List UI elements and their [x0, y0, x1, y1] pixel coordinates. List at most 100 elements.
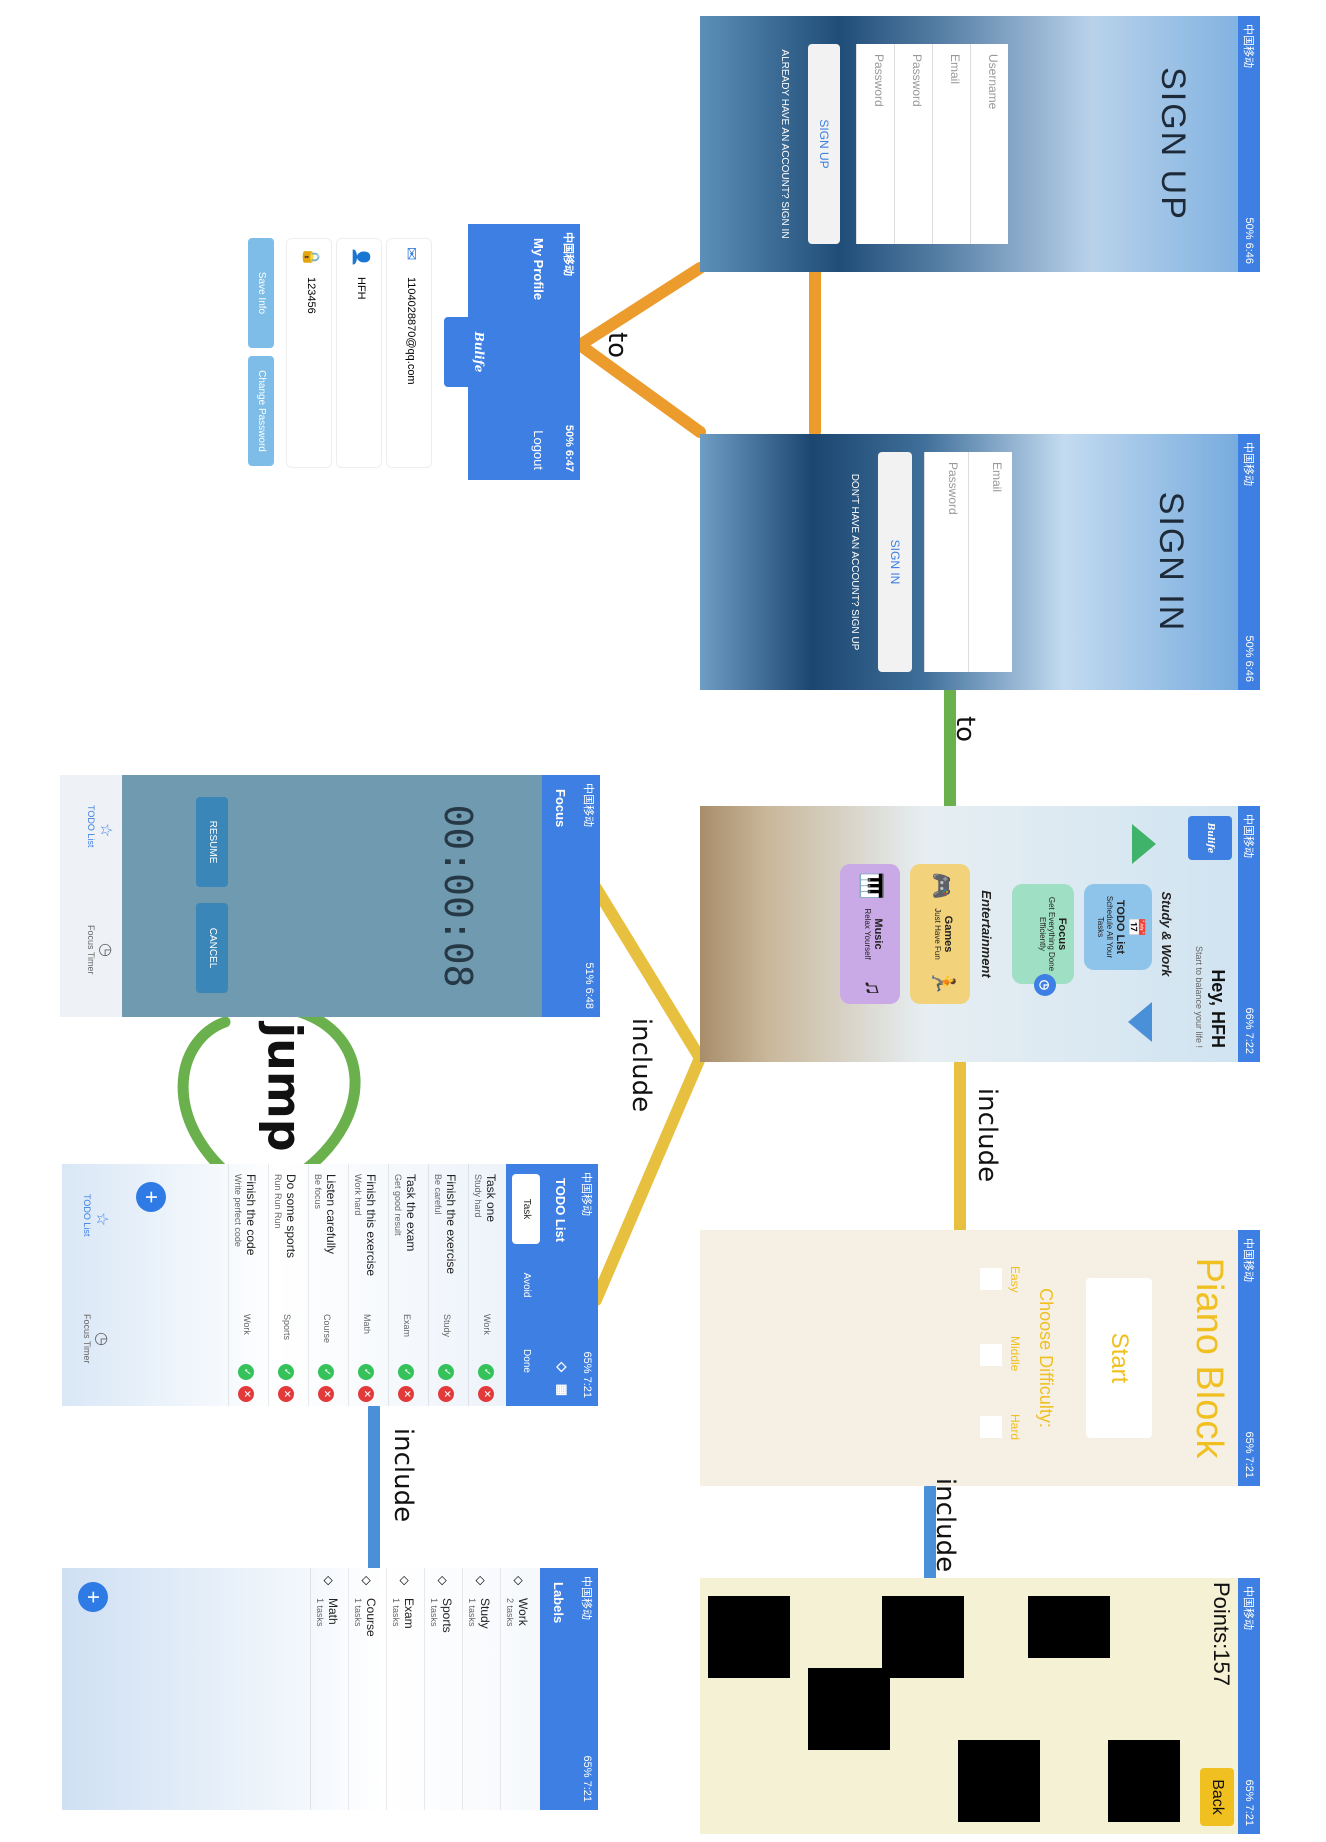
signup-link[interactable]: DON'T HAVE AN ACCOUNT? SIGN UP: [849, 444, 860, 680]
check-icon[interactable]: ✓: [478, 1364, 494, 1380]
signup-button[interactable]: SIGN UP: [808, 44, 840, 244]
check-icon[interactable]: ✓: [238, 1364, 254, 1380]
middle-checkbox[interactable]: [980, 1344, 1002, 1366]
section-entertainment: Entertainment: [979, 890, 994, 978]
task-row[interactable]: Finish the code Write perfect code Work ✓ ✕: [228, 1164, 262, 1406]
clock-icon: ◷: [1034, 974, 1056, 996]
piano-tile[interactable]: [1108, 1740, 1180, 1822]
hard-checkbox[interactable]: [980, 1416, 1002, 1438]
label-row[interactable]: ◇ Work 2 tasks: [500, 1568, 534, 1810]
focus-header: Focus: [542, 775, 578, 1017]
games-card[interactable]: 🎮 Games Just Have Fun 🏃: [910, 864, 970, 1004]
change-password-button[interactable]: Change Password: [248, 356, 274, 466]
close-icon[interactable]: ✕: [278, 1386, 294, 1402]
close-icon[interactable]: ✕: [318, 1386, 334, 1402]
task-row[interactable]: Finish this exercise Work hard Math ✓ ✕: [348, 1164, 382, 1406]
todo-card[interactable]: 📅 TODO List Schedule All Your Tasks: [1084, 884, 1152, 970]
profile-email: 1104028870@qq.com: [405, 277, 417, 385]
arrow-up-icon[interactable]: [1132, 824, 1156, 864]
piano-tile[interactable]: [1028, 1596, 1110, 1658]
profile-name-card: 👤 HFH: [336, 238, 382, 468]
resume-button[interactable]: RESUME: [196, 797, 228, 887]
profile-screen: 中国移动 50% 6:47 My Profile Logout Bulife ✉ …: [168, 224, 580, 480]
star-icon[interactable]: ☆: [96, 823, 116, 837]
label-row[interactable]: ◇ Math 1 tasks: [310, 1568, 344, 1810]
close-icon[interactable]: ✕: [398, 1386, 414, 1402]
nav-todo[interactable]: TODO List: [82, 1194, 92, 1236]
tag-icon: ◇: [436, 1576, 450, 1586]
grid-icon[interactable]: ▦: [554, 1384, 570, 1396]
label-row[interactable]: ◇ Exam 1 tasks: [386, 1568, 420, 1810]
clock-icon[interactable]: ◷: [96, 943, 116, 957]
close-icon[interactable]: ✕: [238, 1386, 254, 1402]
check-icon[interactable]: ✓: [358, 1364, 374, 1380]
clock-icon[interactable]: ◷: [92, 1332, 112, 1346]
tab-avoid[interactable]: Avoid: [512, 1250, 540, 1320]
todo-card-desc: Schedule All Your Tasks: [1096, 895, 1114, 959]
password-confirm-field[interactable]: Password: [856, 44, 894, 244]
to-label-profile: to: [602, 331, 633, 359]
task-row[interactable]: Do some sports Run Run Run Sports ✓ ✕: [268, 1164, 302, 1406]
jump-bracket-top: [177, 1016, 241, 1186]
arrow-down-icon[interactable]: [1128, 1002, 1152, 1042]
username-field[interactable]: Username: [970, 44, 1008, 244]
piano-tile[interactable]: [708, 1596, 790, 1678]
tab-done[interactable]: Done: [512, 1326, 540, 1396]
check-icon[interactable]: ✓: [278, 1364, 294, 1380]
points-label: Points:157: [1209, 1582, 1234, 1686]
signup-title: SIGN UP: [1154, 67, 1192, 221]
start-button[interactable]: Start: [1086, 1278, 1152, 1438]
tag-icon: ◇: [398, 1576, 412, 1586]
add-task-button[interactable]: +: [136, 1182, 166, 1212]
close-icon[interactable]: ✕: [438, 1386, 454, 1402]
add-label-button[interactable]: +: [78, 1582, 108, 1612]
focus-card[interactable]: Focus Get Everything Done Efficiently ◷: [1012, 884, 1074, 996]
music-card[interactable]: 🎹 Music Relax Yourself ♫: [840, 864, 900, 1004]
signin-email-field[interactable]: Email: [968, 452, 1012, 672]
task-row[interactable]: Listen carefully Be focus Course ✓ ✕: [308, 1164, 342, 1406]
cancel-button[interactable]: CANCEL: [196, 903, 228, 993]
nav-focus-timer[interactable]: Focus Timer: [82, 1314, 92, 1364]
label-row[interactable]: ◇ Sports 1 tasks: [424, 1568, 458, 1810]
todo-card-title: TODO List: [1114, 899, 1126, 955]
home-subtitle: Start to balance your life !: [1194, 945, 1204, 1048]
profile-title: My Profile: [531, 238, 546, 301]
nav-todo[interactable]: TODO List: [86, 805, 96, 847]
star-icon[interactable]: ☆: [92, 1212, 112, 1226]
piano-tile[interactable]: [808, 1668, 890, 1750]
task-row[interactable]: Finish the exercise Be careful Study ✓ ✕: [428, 1164, 462, 1406]
piano-tile[interactable]: [958, 1740, 1040, 1822]
signin-button[interactable]: SIGN IN: [878, 452, 912, 672]
todo-screen: 中国移动 65% 7:21 TODO List ◇ ▦ Task Avoid Do…: [62, 1164, 598, 1406]
close-icon[interactable]: ✕: [358, 1386, 374, 1402]
check-icon[interactable]: ✓: [398, 1364, 414, 1380]
label-row[interactable]: ◇ Course 1 tasks: [348, 1568, 382, 1810]
lock-icon: 🔒: [302, 247, 319, 267]
signin-link[interactable]: ALREADY HAVE AN ACCOUNT? SIGN IN: [779, 26, 790, 262]
include-label-focus-todo: include: [626, 1017, 657, 1113]
task-row[interactable]: Task the exam Get good result Exam ✓ ✕: [388, 1164, 422, 1406]
easy-checkbox[interactable]: [980, 1268, 1002, 1290]
include-label-game: include: [930, 1477, 961, 1573]
back-button[interactable]: Back: [1200, 1768, 1234, 1826]
check-icon[interactable]: ✓: [438, 1364, 454, 1380]
password-field[interactable]: Password: [894, 44, 932, 244]
close-icon[interactable]: ✕: [478, 1386, 494, 1402]
save-info-button[interactable]: Save Info: [248, 238, 274, 348]
label-row[interactable]: ◇ Study 1 tasks: [462, 1568, 496, 1810]
label-icon[interactable]: ◇: [554, 1362, 570, 1372]
logout-button[interactable]: Logout: [531, 430, 546, 470]
check-icon[interactable]: ✓: [318, 1364, 334, 1380]
piano-screen: 中国移动 65% 7:21 Piano Block Start Choose Di…: [700, 1230, 1260, 1486]
profile-password: 123456: [305, 277, 317, 314]
profile-password-card: 🔒 123456: [286, 238, 332, 468]
nav-focus-timer[interactable]: Focus Timer: [86, 925, 96, 975]
focus-card-desc: Get Everything Done Efficiently: [1038, 896, 1056, 972]
tab-task[interactable]: Task: [512, 1174, 540, 1244]
piano-tile[interactable]: [882, 1596, 964, 1678]
signin-password-field[interactable]: Password: [924, 452, 968, 672]
profile-logo: Bulife: [444, 317, 514, 387]
choose-difficulty-label: Choose Difficulty:: [1036, 1288, 1056, 1428]
email-field[interactable]: Email: [932, 44, 970, 244]
task-row[interactable]: Task one Study hard Work ✓ ✕: [468, 1164, 502, 1406]
